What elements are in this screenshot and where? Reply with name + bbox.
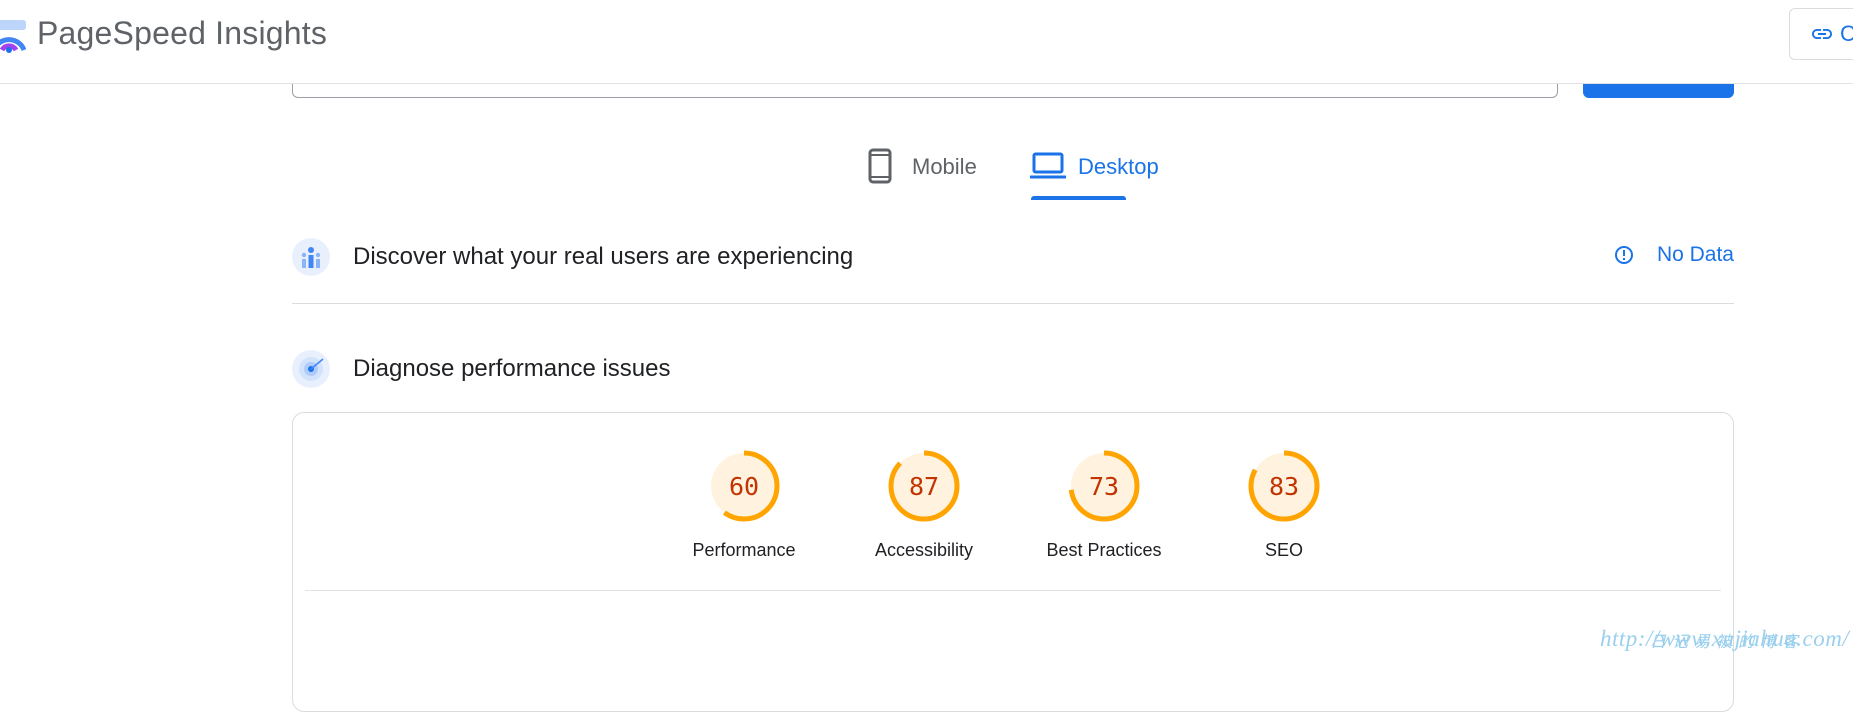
tab-desktop-label: Desktop — [1078, 154, 1159, 179]
tab-mobile-label: Mobile — [912, 154, 977, 179]
lab-data-section: Diagnose performance issues — [292, 350, 1734, 410]
info-icon — [1614, 246, 1633, 264]
pagespeed-logo-icon[interactable] — [0, 20, 26, 54]
copy-link-label: C — [1840, 21, 1853, 46]
score-label: Best Practices — [1046, 540, 1162, 560]
score-value: 83 — [1268, 472, 1300, 501]
lab-data-title: Diagnose performance issues — [353, 355, 671, 382]
link-icon — [1812, 29, 1832, 39]
watermark-url: http://www.xujiahua.com/ — [1600, 626, 1850, 651]
smartphone-icon — [868, 148, 892, 184]
laptop-icon — [1030, 152, 1066, 179]
score-value: 87 — [908, 472, 940, 501]
app-title[interactable]: PageSpeed Insights — [37, 15, 327, 52]
users-chart-icon — [292, 238, 330, 276]
top-bar: PageSpeed Insights C — [0, 0, 1853, 84]
device-tabs: Mobile Desktop — [0, 140, 1853, 204]
no-data-label: No Data — [1656, 243, 1734, 266]
score-label: Accessibility — [874, 540, 974, 560]
score-value: 73 — [1088, 472, 1120, 501]
score-label: Performance — [692, 540, 796, 560]
score-gauge-best-practices[interactable]: 73 Best Practices — [1034, 448, 1174, 561]
field-data-title: Discover what your real users are experi… — [353, 243, 854, 270]
radar-target-icon — [292, 350, 330, 388]
copy-link-button[interactable]: C — [1789, 8, 1853, 60]
tab-mobile[interactable]: Mobile — [868, 140, 977, 204]
score-gauge-performance[interactable]: 60 Performance — [674, 448, 814, 561]
score-gauge-seo[interactable]: 83 SEO — [1214, 448, 1354, 561]
card-divider — [305, 590, 1721, 591]
score-gauge-accessibility[interactable]: 87 Accessibility — [854, 448, 994, 561]
score-label: SEO — [1264, 540, 1303, 560]
field-data-section: Discover what your real users are experi… — [292, 238, 1734, 298]
tab-desktop[interactable]: Desktop — [1030, 140, 1159, 204]
report-card: 60 Performance 87 Accessibility 73 Best … — [292, 412, 1734, 712]
no-data-link[interactable]: No Data — [1613, 243, 1734, 267]
section-divider — [292, 303, 1734, 304]
active-tab-indicator — [1031, 196, 1126, 200]
score-value: 60 — [728, 472, 760, 501]
